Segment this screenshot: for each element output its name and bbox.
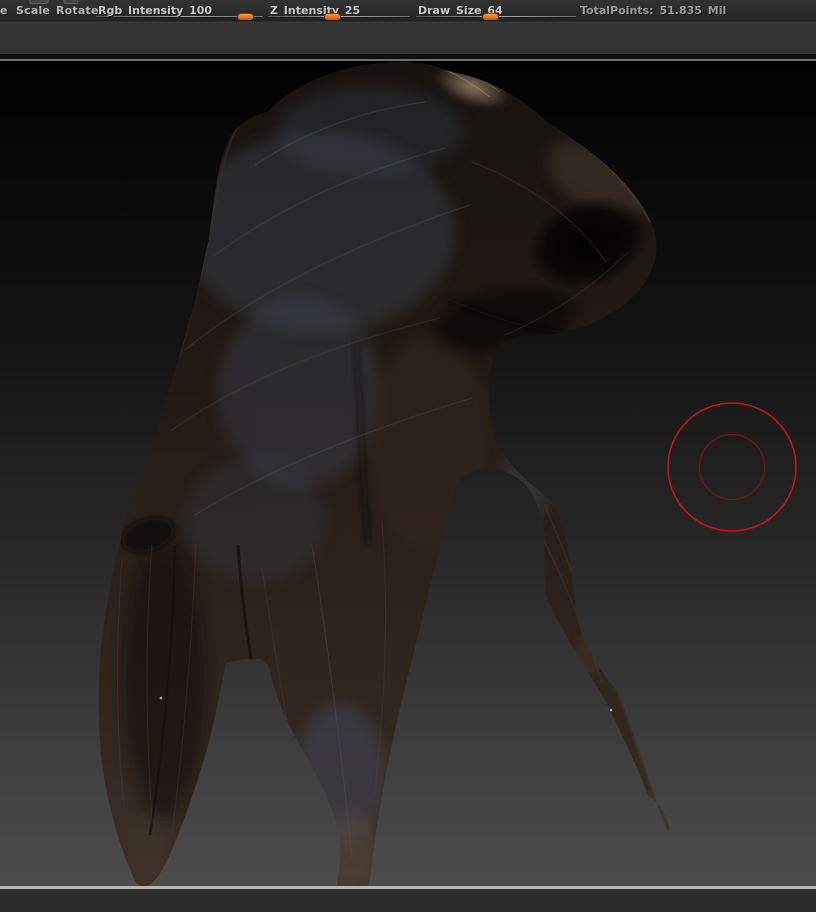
- draw-size-slider[interactable]: Draw Size 64: [416, 0, 576, 20]
- bottom-bar: [0, 889, 816, 912]
- brush-cursor-inner-circle: [698, 433, 766, 501]
- tool-tray: [0, 22, 816, 54]
- brush-cursor-outer-circle: [667, 402, 797, 532]
- rotate-button[interactable]: Rotate: [56, 4, 99, 17]
- zbrush-window: { "toolbar": { "partial_button": { "labe…: [0, 0, 816, 912]
- sculpt-model: [98, 62, 797, 886]
- brush-cursor: [667, 402, 797, 532]
- rgb-intensity-handle[interactable]: [237, 13, 254, 20]
- scale-button[interactable]: Scale: [16, 4, 50, 17]
- total-points-status: TotalPoints: 51.835 Mil: [580, 4, 726, 17]
- draw-size-handle[interactable]: [482, 13, 499, 20]
- z-intensity-slider[interactable]: Z Intensity 25: [268, 0, 410, 20]
- rgb-intensity-slider[interactable]: Rgb Intensity 100: [96, 0, 263, 20]
- sculpt-canvas[interactable]: [0, 61, 816, 886]
- canvas-top-border: [0, 59, 816, 61]
- total-points-label: TotalPoints:: [580, 4, 654, 17]
- z-intensity-handle[interactable]: [324, 13, 341, 20]
- z-intensity-label: Z Intensity 25: [270, 4, 361, 17]
- total-points-value: 51.835 Mil: [659, 4, 727, 17]
- top-toolbar: e Scale Rotate Rgb Intensity 100 Z Inten…: [0, 0, 816, 21]
- partial-button-label[interactable]: e: [0, 4, 8, 17]
- rgb-intensity-label: Rgb Intensity 100: [98, 4, 213, 17]
